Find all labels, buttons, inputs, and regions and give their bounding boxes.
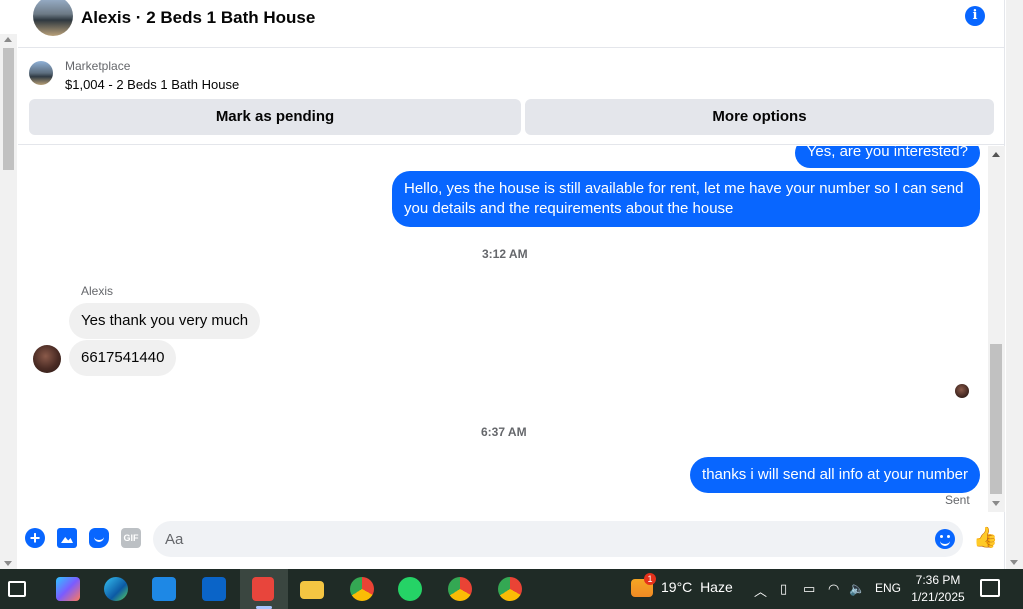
chrome-profile-icon[interactable] <box>448 577 472 601</box>
clock-time: 7:36 PM <box>915 573 961 587</box>
clock-date: 1/21/2025 <box>911 590 965 604</box>
gif-icon[interactable]: GIF <box>121 528 141 548</box>
chat-window: Alexis · 2 Beds 1 Bath House i Marketpla… <box>18 0 1005 569</box>
photo-icon[interactable] <box>57 528 77 548</box>
scroll-up-arrow[interactable] <box>4 37 12 42</box>
edge-icon[interactable] <box>104 577 128 601</box>
chat-header: Alexis · 2 Beds 1 Bath House i <box>18 0 1005 48</box>
more-options-button[interactable]: More options <box>525 99 994 135</box>
meet-now-icon[interactable]: ▯ <box>780 581 787 597</box>
sent-status: Sent <box>945 493 970 507</box>
outgoing-message[interactable]: Yes, are you interested? <box>794 146 980 168</box>
volume-icon[interactable]: 🔈 <box>849 581 865 597</box>
weather-description: Haze <box>700 579 733 595</box>
listing-title[interactable]: $1,004 - 2 Beds 1 Bath House <box>65 77 239 92</box>
conversation-title[interactable]: Alexis · 2 Beds 1 Bath House <box>81 8 315 28</box>
message-list[interactable]: Yes, are you interested? Hello, yes the … <box>18 146 988 512</box>
message-composer: + GIF 👍 <box>18 513 1005 569</box>
thumbs-up-icon[interactable]: 👍 <box>973 527 998 549</box>
sender-name: Alexis <box>81 284 114 298</box>
listing-thumbnail[interactable] <box>29 61 53 85</box>
marketplace-label: Marketplace <box>65 59 131 73</box>
mark-as-pending-button[interactable]: Mark as pending <box>29 99 521 135</box>
incoming-message[interactable]: Yes thank you very much <box>69 303 261 339</box>
sticker-icon[interactable] <box>89 528 109 548</box>
page-scrollbar-left[interactable] <box>0 34 17 569</box>
timestamp: 6:37 AM <box>481 425 527 439</box>
message-input[interactable] <box>165 521 925 557</box>
clock[interactable]: 7:36 PM 1/21/2025 <box>906 572 970 606</box>
message-input-box[interactable] <box>153 521 963 557</box>
weather-icon: 1 <box>631 573 656 598</box>
screen: Alexis · 2 Beds 1 Bath House i Marketpla… <box>0 0 1023 609</box>
store-icon[interactable] <box>152 577 176 601</box>
copilot-icon[interactable] <box>56 577 80 601</box>
page-scrollbar-right[interactable] <box>1006 0 1023 569</box>
incoming-message[interactable]: 6617541440 <box>69 340 177 376</box>
chrome-profile-icon[interactable] <box>498 577 522 601</box>
seen-indicator-avatar <box>955 384 969 398</box>
message-scrollbar[interactable] <box>988 146 1005 512</box>
scroll-down-arrow[interactable] <box>1010 560 1018 565</box>
battery-icon[interactable]: ▭ <box>803 581 815 597</box>
scroll-up-arrow[interactable] <box>992 152 1000 157</box>
plus-icon[interactable]: + <box>25 528 45 548</box>
emoji-icon[interactable] <box>935 529 955 549</box>
outlook-icon[interactable] <box>202 577 226 601</box>
chevron-up-icon[interactable]: ︿ <box>754 581 767 600</box>
notification-icon[interactable] <box>980 579 1000 597</box>
weather-widget[interactable]: 1 19°C Haze <box>631 573 733 598</box>
taskbar: 1 19°C Haze ︿ ▯ ▭ ◠ 🔈 ENG 7:36 PM 1/21/20… <box>0 569 1023 609</box>
weather-temperature: 19°C <box>661 579 693 595</box>
scroll-down-arrow[interactable] <box>4 561 12 566</box>
snipping-tool-icon[interactable] <box>252 577 274 601</box>
scroll-thumb[interactable] <box>3 48 14 170</box>
outgoing-message[interactable]: thanks i will send all info at your numb… <box>690 457 980 493</box>
language-indicator[interactable]: ENG <box>875 581 901 595</box>
scroll-down-arrow[interactable] <box>992 501 1000 506</box>
chrome-icon[interactable] <box>350 577 374 601</box>
conversation-avatar[interactable] <box>33 0 73 36</box>
sender-avatar[interactable] <box>33 345 61 373</box>
weather-badge: 1 <box>644 573 656 586</box>
wifi-icon[interactable]: ◠ <box>828 581 839 597</box>
info-icon[interactable]: i <box>965 6 985 26</box>
whatsapp-icon[interactable] <box>398 577 422 601</box>
scroll-thumb[interactable] <box>990 344 1002 494</box>
file-explorer-icon[interactable] <box>300 581 324 599</box>
timestamp: 3:12 AM <box>482 247 528 261</box>
outgoing-message[interactable]: Hello, yes the house is still available … <box>392 171 980 227</box>
task-view-icon[interactable] <box>8 581 26 597</box>
marketplace-banner: Marketplace $1,004 - 2 Beds 1 Bath House… <box>18 49 1005 145</box>
